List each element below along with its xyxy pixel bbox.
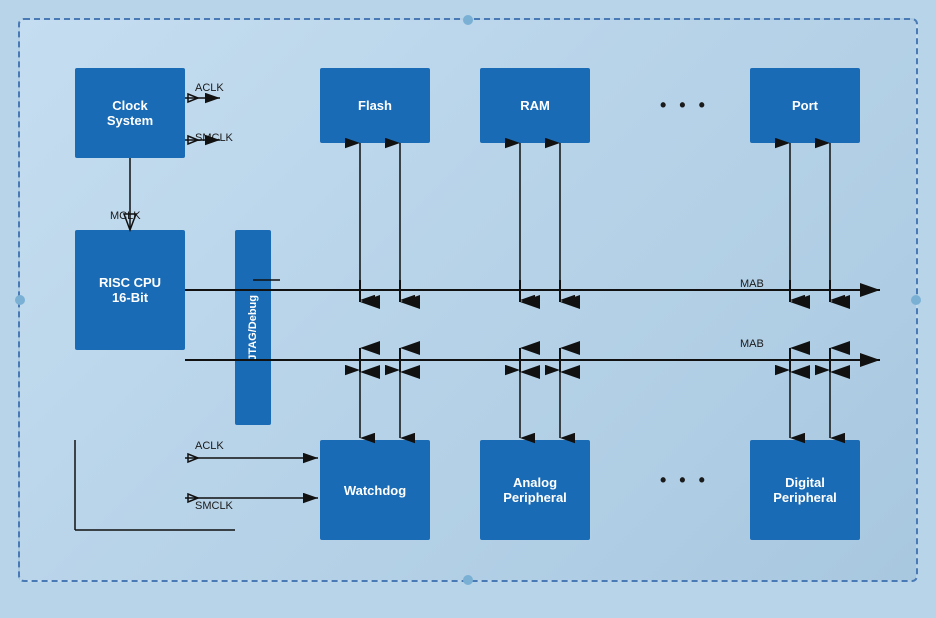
mab2-label: MAB — [740, 338, 764, 350]
port-label: Port — [792, 98, 818, 113]
block-cpu: RISC CPU 16-Bit — [75, 230, 185, 350]
block-flash: Flash — [320, 68, 430, 143]
block-analog: Analog Peripheral — [480, 440, 590, 540]
smclk2-label: SMCLK — [195, 500, 233, 512]
diagram-container: Clock System RISC CPU 16-Bit JTAG/Debug … — [18, 18, 918, 582]
block-port: Port — [750, 68, 860, 143]
dot-left — [15, 295, 25, 305]
flash-label: Flash — [358, 98, 392, 113]
jtag-label: JTAG/Debug — [247, 295, 259, 361]
dot-top — [463, 15, 473, 25]
aclk2-label: ACLK — [195, 440, 224, 452]
block-digital: Digital Peripheral — [750, 440, 860, 540]
digital-label: Digital Peripheral — [773, 475, 837, 505]
cpu-label: RISC CPU 16-Bit — [99, 275, 161, 305]
watchdog-label: Watchdog — [344, 483, 406, 498]
clock-label: Clock System — [107, 98, 153, 128]
dot-bottom — [463, 575, 473, 585]
block-jtag: JTAG/Debug — [235, 230, 271, 425]
block-clock: Clock System — [75, 68, 185, 158]
dots-top: • • • — [660, 95, 709, 116]
block-watchdog: Watchdog — [320, 440, 430, 540]
block-ram: RAM — [480, 68, 590, 143]
ram-label: RAM — [520, 98, 550, 113]
aclk1-label: ACLK — [195, 82, 224, 94]
dot-right — [911, 295, 921, 305]
analog-label: Analog Peripheral — [503, 475, 567, 505]
mclk-label: MCLK — [110, 210, 141, 222]
mab1-label: MAB — [740, 278, 764, 290]
smclk1-label: SMCLK — [195, 132, 233, 144]
dots-bottom: • • • — [660, 470, 709, 491]
